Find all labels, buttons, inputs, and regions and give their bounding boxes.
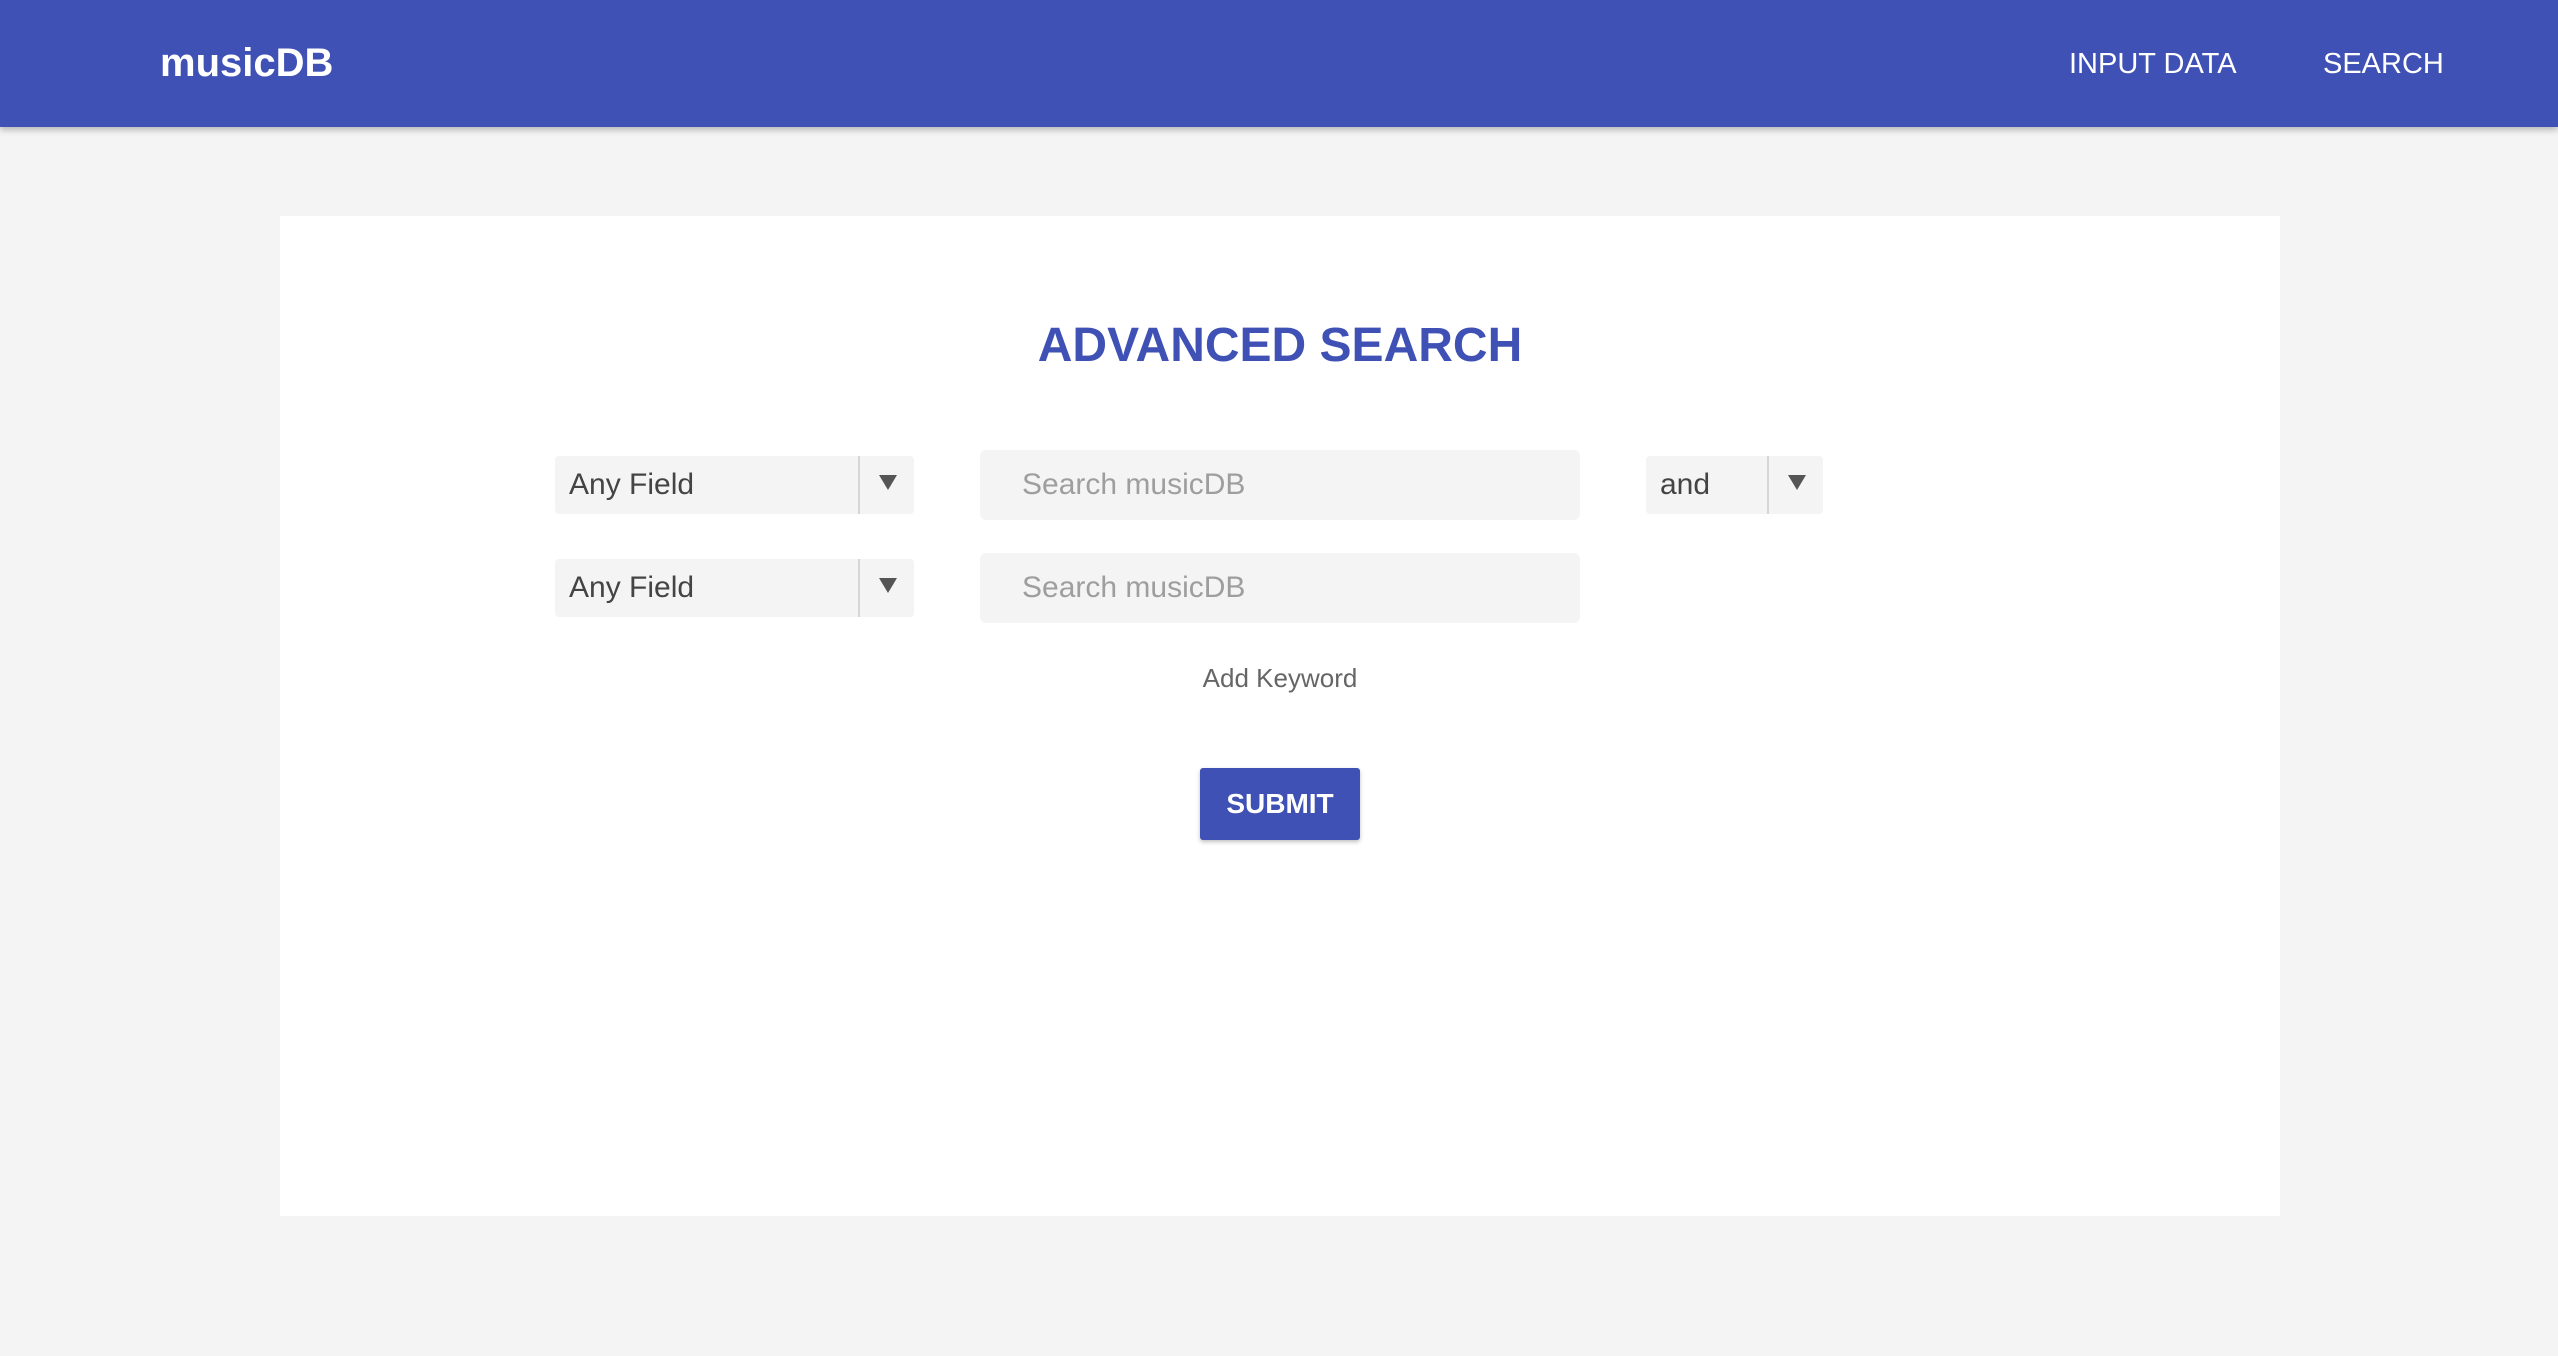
add-keyword-link[interactable]: Add Keyword	[1203, 663, 1358, 693]
advanced-search-card: ADVANCED SEARCH Any Field and Any Field …	[280, 216, 2280, 1216]
top-navbar: musicDB INPUT DATA SEARCH	[0, 0, 2558, 127]
chevron-down-icon	[879, 578, 897, 593]
field-select-2-value: Any Field	[569, 571, 695, 604]
field-select-2[interactable]: Any Field	[555, 559, 914, 617]
operator-select-1-value: and	[1660, 468, 1711, 501]
operator-select-1[interactable]: and	[1646, 456, 1823, 514]
field-select-1[interactable]: Any Field	[555, 456, 914, 514]
field-select-1-value: Any Field	[569, 468, 695, 501]
chevron-down-icon	[1788, 475, 1806, 490]
nav-search-link[interactable]: SEARCH	[2323, 44, 2444, 84]
operator-select-1-toggle[interactable]	[1767, 456, 1823, 514]
nav-input-data-link[interactable]: INPUT DATA	[2069, 44, 2237, 84]
field-select-1-toggle[interactable]	[858, 456, 914, 514]
chevron-down-icon	[879, 475, 897, 490]
search-input-1[interactable]	[980, 450, 1580, 520]
submit-button[interactable]: SUBMIT	[1200, 768, 1360, 840]
add-keyword-row: Add Keyword	[280, 660, 2280, 696]
search-input-2[interactable]	[980, 553, 1580, 623]
field-select-2-toggle[interactable]	[858, 559, 914, 617]
page-title: ADVANCED SEARCH	[1037, 319, 1523, 372]
brand-logo[interactable]: musicDB	[160, 38, 333, 88]
